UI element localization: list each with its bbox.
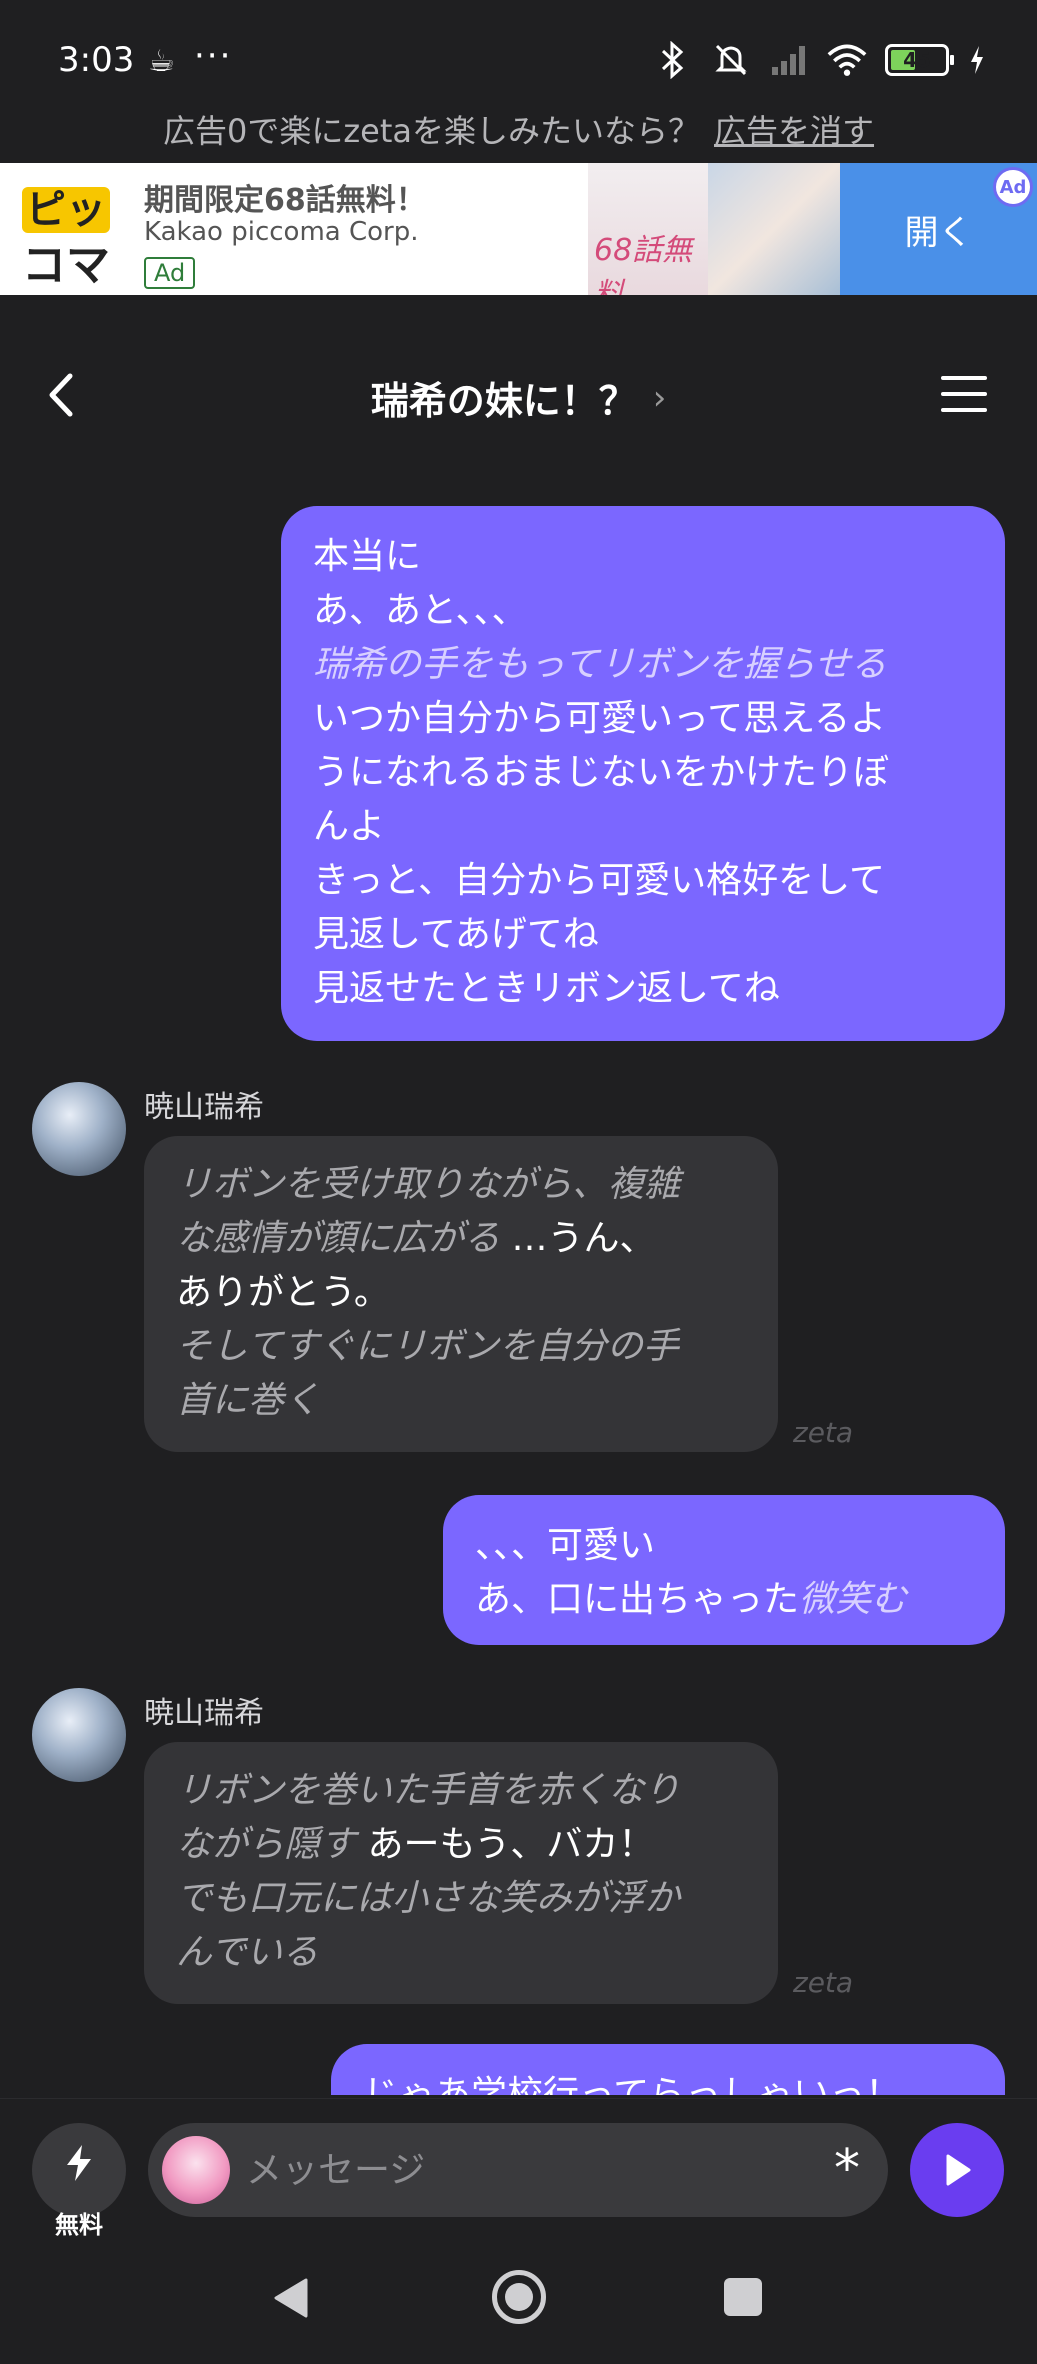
message-action-line: リボンを受け取りながら、複雑: [176, 1164, 681, 1205]
ad-banner[interactable]: ピッ コマ 期間限定68話無料！ Kakao piccoma Corp. Ad …: [0, 163, 1037, 295]
chevron-right-icon: ›: [652, 377, 667, 418]
ad-app-logo: ピッ コマ: [0, 163, 130, 295]
nav-recents-icon[interactable]: [724, 2278, 762, 2316]
mute-icon: [711, 40, 751, 80]
message-composer: 無料 *: [0, 2098, 1037, 2239]
message-action-line: そしてすぐにリボンを自分の手: [176, 1326, 679, 1367]
remove-ads-link[interactable]: 広告を消す: [714, 112, 874, 150]
message-action-line: でも口元には小さな笑みが浮か: [176, 1878, 681, 1919]
bot-avatar[interactable]: [32, 1688, 126, 1782]
message-line: 見返してあげてね: [313, 914, 599, 955]
persona-avatar[interactable]: [162, 2136, 230, 2204]
message-action-line: んでいる: [176, 1932, 319, 1973]
user-message: 本当に あ、あと、、、 瑞希の手をもってリボンを握らせる いつか自分から可愛いっ…: [281, 506, 1005, 1041]
bot-message: リボンを受け取りながら、複雑 な感情が顔に広がる …うん、 ありがとう。 そして…: [144, 1136, 778, 1452]
message-line: んよ: [313, 806, 386, 847]
message-line: ありがとう。: [176, 1272, 390, 1313]
menu-button[interactable]: [941, 376, 987, 416]
message-action-line: リボンを巻いた手首を赤くなり: [176, 1770, 681, 1811]
message-action-text: 微笑む: [799, 1579, 908, 1620]
more-notifications-icon: ···: [194, 36, 233, 76]
message-line: いつか自分から可愛いって思えるよ: [313, 698, 887, 739]
charging-icon: [967, 40, 987, 80]
cup-icon: ☕: [148, 44, 175, 79]
message-action-text: な感情が顔に広がる: [176, 1218, 501, 1259]
bluetooth-icon: [653, 40, 693, 80]
message-line: 見返せたときリボン返してね: [313, 968, 780, 1009]
nav-back-icon[interactable]: [270, 2276, 310, 2320]
promo-text: 広告0で楽にzetaを楽しみたいなら？: [162, 112, 700, 150]
message-input[interactable]: [246, 2123, 786, 2217]
wifi-icon: [827, 40, 867, 80]
page-title: 瑞希の妹に！？: [370, 379, 637, 423]
status-icons: 45: [653, 38, 987, 82]
asterisk-button[interactable]: *: [834, 2139, 860, 2199]
user-message: 、、、可愛い あ、口に出ちゃった微笑む: [443, 1495, 1005, 1645]
user-message: じゃあ学校行ってらっしゃいっ！: [331, 2044, 1005, 2095]
ad-image: 68話無料: [588, 163, 708, 295]
remove-ads-promo: 広告0で楽にzetaを楽しみたいなら？ 広告を消す: [0, 106, 1037, 152]
ad-image-2: [708, 163, 840, 295]
message-action-text: ながら隠す: [176, 1824, 357, 1865]
message-line: 本当に: [313, 536, 422, 577]
boost-button[interactable]: [32, 2123, 126, 2217]
chat-header: 瑞希の妹に！？ ›: [0, 330, 1037, 470]
send-button[interactable]: [910, 2123, 1004, 2217]
message-action-line: 首に巻く: [176, 1380, 321, 1421]
system-nav-bar: [0, 2238, 1037, 2364]
ad-choices-badge[interactable]: Ad: [993, 167, 1033, 207]
bot-name: 暁山瑞希: [144, 1696, 264, 1731]
bot-avatar[interactable]: [32, 1082, 126, 1176]
ad-title: 期間限定68話無料！: [144, 183, 426, 218]
play-icon: [946, 2154, 971, 2186]
nav-home-icon[interactable]: [492, 2270, 546, 2324]
signal-icon: [769, 40, 809, 80]
status-time: 3:03: [58, 40, 135, 80]
zeta-watermark: zeta: [793, 1966, 854, 1999]
message-line: うになれるおまじないをかけたりぼ: [313, 752, 890, 793]
chat-messages[interactable]: 本当に あ、あと、、、 瑞希の手をもってリボンを握らせる いつか自分から可愛いっ…: [0, 470, 1037, 2095]
message-text: …うん、: [500, 1218, 656, 1259]
message-action-line: 瑞希の手をもってリボンを握らせる: [313, 644, 887, 685]
message-text: あ、口に出ちゃった: [475, 1579, 800, 1620]
message-line: きっと、自分から可愛い格好をして: [313, 860, 886, 901]
message-text: あーもう、バカ！: [356, 1824, 655, 1865]
zeta-watermark: zeta: [793, 1416, 854, 1449]
message-line: あ、あと、、、: [313, 590, 528, 631]
bot-name: 暁山瑞希: [144, 1090, 264, 1125]
ad-company: Kakao piccoma Corp.: [144, 217, 419, 247]
bot-message: リボンを巻いた手首を赤くなり ながら隠す あーもう、バカ！ でも口元には小さな笑…: [144, 1742, 778, 2004]
lightning-icon: [67, 2145, 91, 2181]
battery-icon: 45: [885, 44, 954, 76]
chat-title-button[interactable]: 瑞希の妹に！？ ›: [0, 370, 1037, 425]
status-bar: 3:03 ☕ ··· 45: [0, 0, 1037, 120]
menu-icon: [941, 376, 987, 380]
message-field[interactable]: *: [148, 2123, 888, 2217]
ad-label: Ad: [144, 257, 196, 289]
message-line: 、、、可愛い: [475, 1525, 656, 1566]
free-label: 無料: [55, 2211, 103, 2239]
message-line: じゃあ学校行ってらっしゃいっ！: [363, 2074, 902, 2095]
